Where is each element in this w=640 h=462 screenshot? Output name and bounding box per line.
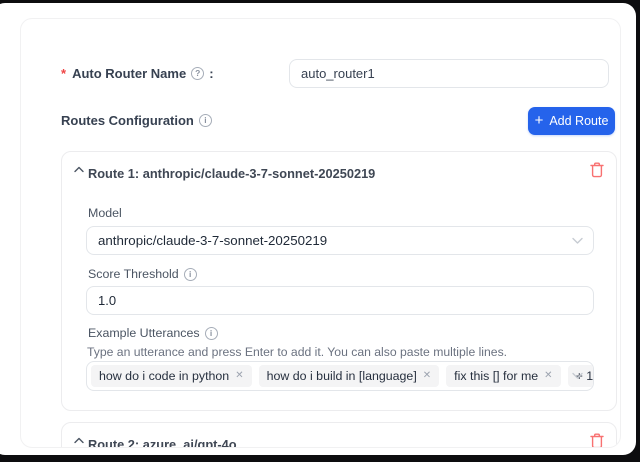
utterance-tag-label: fix this [] for me <box>454 369 538 383</box>
auto-router-form-panel: * Auto Router Name ? : Routes Configurat… <box>20 18 621 448</box>
route-2-card: Route 2: azure_ai/gpt-4o <box>61 422 617 448</box>
utterance-tag: how do i build in [language] ✕ <box>259 365 440 387</box>
example-utterances-label-text: Example Utterances <box>88 326 200 340</box>
tag-close-icon[interactable]: ✕ <box>423 371 431 381</box>
utterance-tag-label: how do i code in python <box>99 369 229 383</box>
route-1-header[interactable]: Route 1: anthropic/claude-3-7-sonnet-202… <box>62 152 616 186</box>
tag-close-icon[interactable]: ✕ <box>235 371 243 381</box>
add-route-button-label: Add Route <box>549 114 608 128</box>
route-2-title: Route 2: azure_ai/gpt-4o <box>88 437 237 448</box>
score-threshold-label: Score Threshold i <box>88 267 197 281</box>
auto-router-name-label: * Auto Router Name ? : <box>61 66 214 81</box>
route-2-header[interactable]: Route 2: azure_ai/gpt-4o <box>62 423 616 448</box>
add-route-button[interactable]: + Add Route <box>528 107 615 135</box>
model-select-value: anthropic/claude-3-7-sonnet-20250219 <box>87 233 327 248</box>
utterance-tag: fix this [] for me ✕ <box>446 365 560 387</box>
trash-icon <box>590 162 604 178</box>
score-threshold-label-text: Score Threshold <box>88 267 179 281</box>
info-circle-icon: i <box>205 327 218 340</box>
trash-icon <box>590 433 604 448</box>
route-1-title: Route 1: anthropic/claude-3-7-sonnet-202… <box>88 166 375 181</box>
chevron-down-icon <box>572 237 583 244</box>
collapse-chevron-up-icon[interactable] <box>74 160 84 178</box>
delete-route-1-button[interactable] <box>589 162 605 178</box>
utterance-tags-select[interactable]: how do i code in python✕how do i build i… <box>86 361 594 391</box>
required-asterisk: * <box>61 66 66 81</box>
info-circle-icon: i <box>184 268 197 281</box>
tag-close-icon[interactable]: ✕ <box>544 371 552 381</box>
auto-router-name-input[interactable] <box>289 59 609 88</box>
auto-router-name-label-text: Auto Router Name <box>72 66 186 81</box>
plus-icon: + <box>535 113 544 128</box>
info-circle-icon: i <box>199 114 212 127</box>
utterances-help-text: Type an utterance and press Enter to add… <box>87 345 507 359</box>
label-colon: : <box>209 66 213 81</box>
routes-configuration-label-text: Routes Configuration <box>61 113 194 128</box>
route-1-card: Route 1: anthropic/claude-3-7-sonnet-202… <box>61 151 617 411</box>
delete-route-2-button[interactable] <box>589 433 605 448</box>
model-label: Model <box>88 206 122 220</box>
question-circle-icon: ? <box>191 67 204 80</box>
chevron-down-icon <box>572 373 583 380</box>
utterance-tag-label: how do i build in [language] <box>267 369 417 383</box>
score-threshold-input[interactable] <box>86 286 594 315</box>
routes-configuration-label: Routes Configuration i <box>61 113 212 128</box>
example-utterances-label: Example Utterances i <box>88 326 218 340</box>
collapse-chevron-up-icon[interactable] <box>74 431 84 448</box>
model-label-text: Model <box>88 206 122 220</box>
utterance-tag: how do i code in python ✕ <box>91 365 252 387</box>
model-select[interactable]: anthropic/claude-3-7-sonnet-20250219 <box>86 226 594 255</box>
